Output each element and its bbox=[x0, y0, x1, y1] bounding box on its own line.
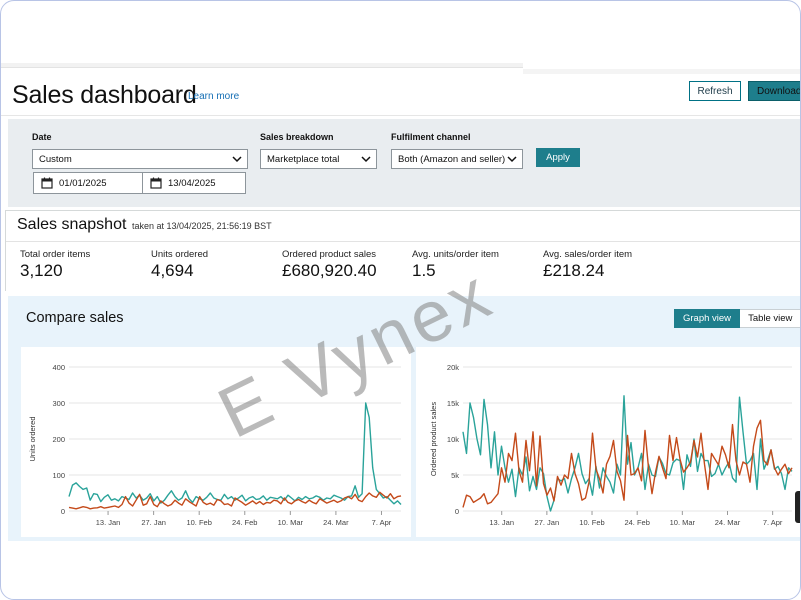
y-tick-label: 200 bbox=[52, 435, 65, 444]
y-axis-label: Units ordered bbox=[28, 416, 37, 461]
x-tick-label: 24. Feb bbox=[232, 518, 257, 527]
y-tick-label: 400 bbox=[52, 363, 65, 372]
table-view-button[interactable]: Table view bbox=[740, 309, 800, 328]
series-line-teal bbox=[68, 402, 402, 505]
metric-total-order-items: Total order items 3,120 bbox=[20, 249, 90, 281]
metric-avg-units-per-order-item: Avg. units/order item 1.5 bbox=[412, 249, 499, 281]
date-range-select[interactable]: Custom bbox=[32, 149, 248, 169]
top-divider bbox=[1, 63, 523, 68]
start-date-input[interactable]: 01/01/2025 bbox=[33, 172, 143, 194]
view-toggle: Graph view Table view bbox=[674, 309, 800, 328]
ordered-product-sales-chart-panel: 0 5k 10k 15k 20k Ordered product sales 13. Jan… bbox=[416, 347, 800, 537]
metric-label: Avg. units/order item bbox=[412, 249, 499, 260]
sales-snapshot-panel: Sales snapshot taken at 13/04/2025, 21:5… bbox=[5, 210, 800, 291]
x-tick-label: 10. Feb bbox=[579, 518, 604, 527]
calendar-icon bbox=[150, 177, 162, 189]
x-tick-label: 27. Jan bbox=[141, 518, 166, 527]
top-divider-right bbox=[523, 69, 800, 74]
metric-label: Total order items bbox=[20, 249, 91, 260]
sales-breakdown-select[interactable]: Marketplace total bbox=[260, 149, 377, 169]
refresh-button[interactable]: Refresh bbox=[689, 81, 741, 101]
metric-value: 1.5 bbox=[412, 261, 436, 280]
date-label: Date bbox=[32, 132, 52, 142]
metric-avg-sales-per-order-item: Avg. sales/order item £218.24 bbox=[543, 249, 632, 281]
fulfilment-channel-select[interactable]: Both (Amazon and seller) bbox=[391, 149, 523, 169]
app-window: Sales dashboard Learn more Refresh Downl… bbox=[0, 0, 801, 600]
sales-breakdown-label: Sales breakdown bbox=[260, 132, 334, 142]
learn-more-link[interactable]: Learn more bbox=[188, 91, 239, 102]
snapshot-divider bbox=[6, 241, 800, 242]
x-tick-label: 10. Mar bbox=[278, 518, 304, 527]
x-tick-label: 24. Mar bbox=[715, 518, 741, 527]
x-tick-label: 10. Feb bbox=[186, 518, 211, 527]
y-tick-label: 0 bbox=[61, 507, 65, 516]
end-date-value: 13/04/2025 bbox=[168, 177, 216, 189]
metric-label: Units ordered bbox=[151, 249, 209, 260]
units-ordered-chart-panel: 0 100 200 300 400 Units ordered 13. Jan 27. Jan… bbox=[21, 347, 411, 537]
metric-ordered-product-sales: Ordered product sales £680,920.40 bbox=[282, 249, 377, 281]
metric-value: £218.24 bbox=[543, 261, 605, 280]
metric-value: 4,694 bbox=[151, 261, 194, 280]
x-tick-label: 7. Apr bbox=[372, 518, 392, 527]
x-tick-label: 24. Mar bbox=[323, 518, 349, 527]
x-tick-label: 13. Jan bbox=[489, 518, 514, 527]
y-tick-label: 100 bbox=[52, 471, 65, 480]
y-axis-label: Ordered product sales bbox=[429, 402, 438, 476]
calendar-icon bbox=[41, 177, 53, 189]
y-tick-label: 5k bbox=[451, 471, 459, 480]
fulfilment-channel-label: Fulfilment channel bbox=[391, 132, 471, 142]
chevron-down-icon bbox=[232, 156, 242, 163]
chevron-down-icon bbox=[361, 156, 371, 163]
x-tick-label: 13. Jan bbox=[96, 518, 121, 527]
x-tick-label: 27. Jan bbox=[535, 518, 560, 527]
page-title: Sales dashboard bbox=[12, 81, 197, 109]
y-tick-label: 10k bbox=[447, 435, 459, 444]
apply-button[interactable]: Apply bbox=[536, 148, 580, 167]
y-tick-label: 20k bbox=[447, 363, 459, 372]
x-tick-label: 10. Mar bbox=[670, 518, 696, 527]
ordered-product-sales-chart: 0 5k 10k 15k 20k Ordered product sales 13. Jan… bbox=[429, 363, 793, 527]
download-button[interactable]: Download bbox=[748, 81, 800, 101]
graph-view-button[interactable]: Graph view bbox=[674, 309, 741, 328]
snapshot-timestamp: taken at 13/04/2025, 21:56:19 BST bbox=[132, 221, 272, 231]
title-divider bbox=[1, 115, 800, 116]
metric-value: 3,120 bbox=[20, 261, 63, 280]
metric-value: £680,920.40 bbox=[282, 261, 377, 280]
y-tick-label: 0 bbox=[455, 507, 459, 516]
sales-breakdown-value: Marketplace total bbox=[267, 153, 340, 165]
date-range-value: Custom bbox=[39, 153, 72, 165]
x-tick-label: 24. Feb bbox=[624, 518, 649, 527]
start-date-value: 01/01/2025 bbox=[59, 177, 107, 189]
chevron-down-icon bbox=[507, 156, 517, 163]
compare-sales-title: Compare sales bbox=[26, 310, 124, 326]
x-tick-label: 7. Apr bbox=[763, 518, 783, 527]
metric-label: Ordered product sales bbox=[282, 249, 376, 260]
units-ordered-chart: 0 100 200 300 400 Units ordered 13. Jan 27. Jan… bbox=[28, 363, 402, 527]
side-handle[interactable] bbox=[795, 491, 800, 523]
metric-units-ordered: Units ordered 4,694 bbox=[151, 249, 208, 281]
y-tick-label: 15k bbox=[447, 399, 459, 408]
metric-label: Avg. sales/order item bbox=[543, 249, 633, 260]
end-date-input[interactable]: 13/04/2025 bbox=[142, 172, 246, 194]
snapshot-title: Sales snapshot bbox=[17, 216, 127, 233]
fulfilment-channel-value: Both (Amazon and seller) bbox=[398, 153, 506, 165]
filter-bar: Date Custom 01/01/2025 13/04/2025 Sales … bbox=[8, 119, 800, 207]
y-tick-label: 300 bbox=[52, 399, 65, 408]
